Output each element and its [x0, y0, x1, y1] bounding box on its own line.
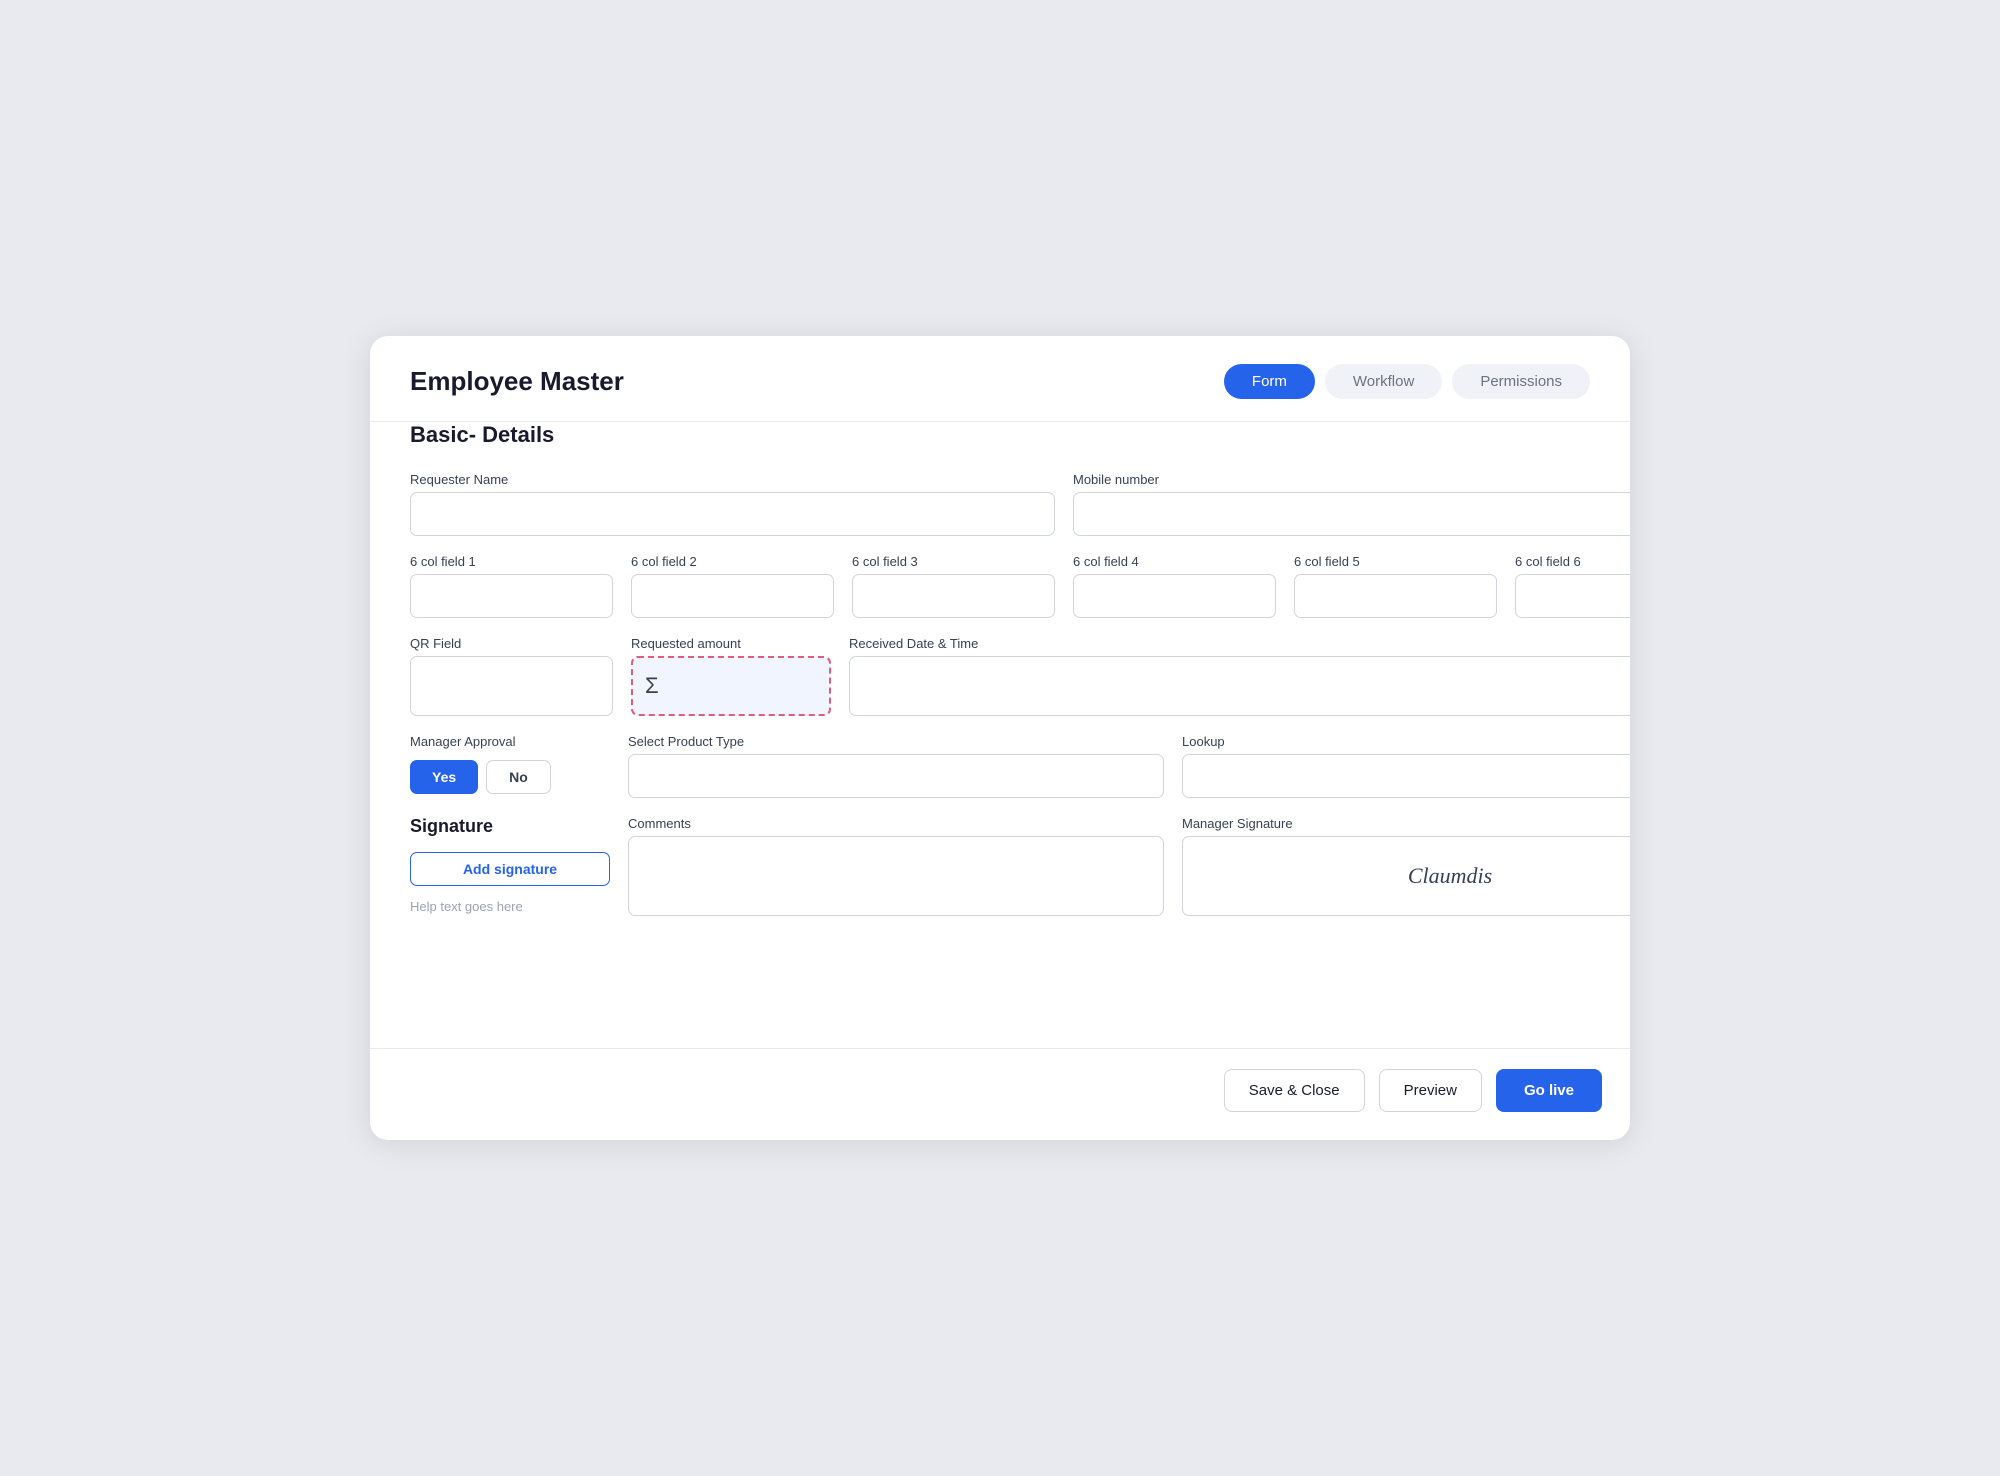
- label-received-date: Received Date & Time: [849, 636, 1630, 651]
- label-col5: 6 col field 5: [1294, 554, 1497, 569]
- input-col5[interactable]: [1294, 574, 1497, 618]
- group-lookup: Lookup: [1182, 734, 1630, 798]
- input-col3[interactable]: [852, 574, 1055, 618]
- group-received-date: Received Date & Time: [849, 636, 1630, 716]
- preview-button[interactable]: Preview: [1379, 1069, 1482, 1112]
- input-requester-name[interactable]: [410, 492, 1055, 536]
- signature-section: Signature Add signature Help text goes h…: [410, 816, 610, 914]
- add-signature-button[interactable]: Add signature: [410, 852, 610, 886]
- input-col6[interactable]: [1515, 574, 1630, 618]
- tab-form[interactable]: Form: [1224, 364, 1315, 399]
- footer-buttons: Save & Close Preview Go live: [370, 1048, 1630, 1140]
- group-comments: Comments: [628, 816, 1164, 916]
- group-col6: 6 col field 6: [1515, 554, 1630, 618]
- input-lookup[interactable]: [1182, 754, 1630, 798]
- group-col3: 6 col field 3: [852, 554, 1055, 618]
- form-area: Basic- Details Requester Name Mobile num…: [370, 422, 1630, 1048]
- signature-text: Claumdis: [1408, 863, 1492, 889]
- group-manager-signature: Manager Signature Claumdis: [1182, 816, 1630, 916]
- row-6col: 6 col field 1 6 col field 2 6 col field …: [410, 554, 1630, 618]
- group-col1: 6 col field 1: [410, 554, 613, 618]
- save-close-button[interactable]: Save & Close: [1224, 1069, 1365, 1112]
- group-manager-approval: Manager Approval Yes No: [410, 734, 610, 798]
- row-3: QR Field Requested amount Σ Received Dat…: [410, 636, 1630, 716]
- label-comments: Comments: [628, 816, 1164, 831]
- tab-workflow[interactable]: Workflow: [1325, 364, 1442, 399]
- btn-yes[interactable]: Yes: [410, 760, 478, 794]
- group-col5: 6 col field 5: [1294, 554, 1497, 618]
- help-text: Help text goes here: [410, 899, 610, 914]
- label-col4: 6 col field 4: [1073, 554, 1276, 569]
- group-col4: 6 col field 4: [1073, 554, 1276, 618]
- row-1: Requester Name Mobile number: [410, 472, 1630, 536]
- label-col2: 6 col field 2: [631, 554, 834, 569]
- label-lookup: Lookup: [1182, 734, 1630, 749]
- section-title: Basic- Details: [410, 422, 1630, 448]
- tab-bar: Form Workflow Permissions: [1224, 364, 1590, 399]
- main-card: Employee Master Form Workflow Permission…: [370, 336, 1630, 1140]
- label-manager-approval: Manager Approval: [410, 734, 610, 749]
- label-col6: 6 col field 6: [1515, 554, 1630, 569]
- go-live-button[interactable]: Go live: [1496, 1069, 1602, 1112]
- row-bottom: Signature Add signature Help text goes h…: [410, 816, 1630, 916]
- tab-permissions[interactable]: Permissions: [1452, 364, 1590, 399]
- input-select-product[interactable]: [628, 754, 1164, 798]
- input-received-date[interactable]: [849, 656, 1630, 716]
- group-qr-field: QR Field: [410, 636, 613, 716]
- group-col2: 6 col field 2: [631, 554, 834, 618]
- manager-signature-box: Claumdis: [1182, 836, 1630, 916]
- label-requested-amount: Requested amount: [631, 636, 831, 651]
- label-requester-name: Requester Name: [410, 472, 1055, 487]
- input-col1[interactable]: [410, 574, 613, 618]
- aggregation-field[interactable]: Σ: [631, 656, 831, 716]
- page-title: Employee Master: [410, 366, 1192, 397]
- sigma-symbol: Σ: [645, 673, 659, 699]
- group-mobile-number: Mobile number: [1073, 472, 1630, 536]
- approval-buttons: Yes No: [410, 760, 610, 794]
- label-col1: 6 col field 1: [410, 554, 613, 569]
- row-4: Manager Approval Yes No Select Product T…: [410, 734, 1630, 798]
- input-qr-field[interactable]: [410, 656, 613, 716]
- group-requested-amount: Requested amount Σ: [631, 636, 831, 716]
- group-requester-name: Requester Name: [410, 472, 1055, 536]
- label-mobile-number: Mobile number: [1073, 472, 1630, 487]
- group-select-product: Select Product Type: [628, 734, 1164, 798]
- label-qr-field: QR Field: [410, 636, 613, 651]
- input-col4[interactable]: [1073, 574, 1276, 618]
- body: Basic- Details Requester Name Mobile num…: [370, 422, 1630, 1048]
- label-col3: 6 col field 3: [852, 554, 1055, 569]
- label-manager-signature: Manager Signature: [1182, 816, 1630, 831]
- btn-no[interactable]: No: [486, 760, 551, 794]
- input-comments[interactable]: [628, 836, 1164, 916]
- input-col2[interactable]: [631, 574, 834, 618]
- label-select-product: Select Product Type: [628, 734, 1164, 749]
- header: Employee Master Form Workflow Permission…: [370, 336, 1630, 422]
- signature-title: Signature: [410, 816, 610, 837]
- input-mobile-number[interactable]: [1073, 492, 1630, 536]
